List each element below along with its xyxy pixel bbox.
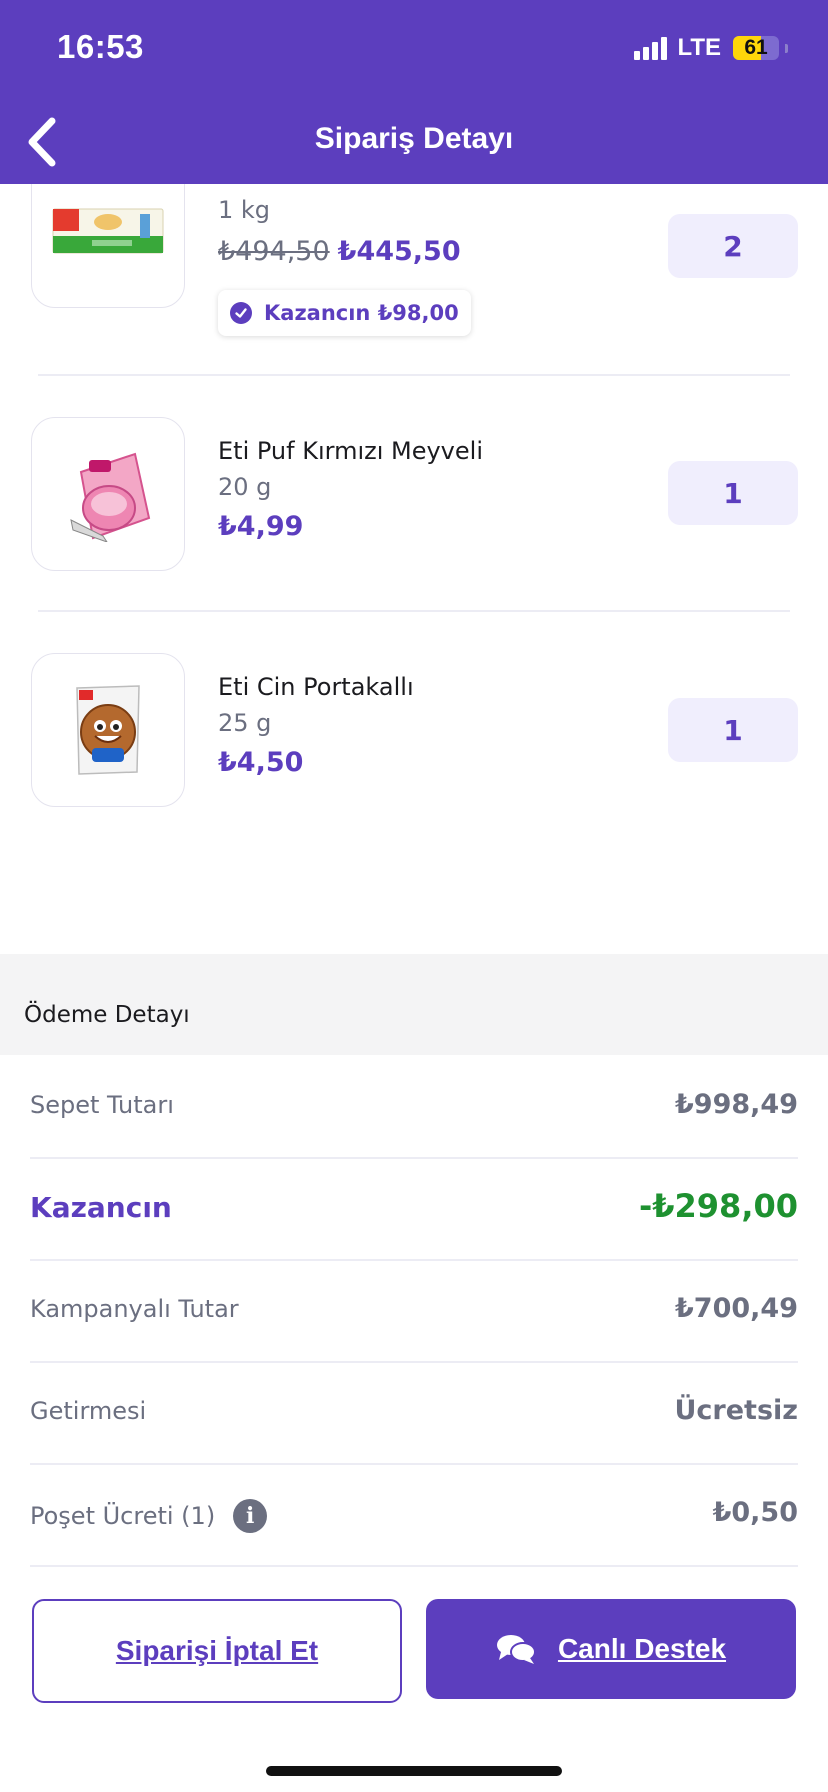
divider [38,610,790,612]
product-name: Eti Cin Portakallı [218,673,414,701]
payment-row-campaign-total: Kampanyalı Tutar ₺700,49 [30,1259,798,1363]
info-icon[interactable]: i [233,1499,268,1533]
quantity-badge: 1 [668,461,798,525]
payment-label: Kazancın [30,1191,172,1224]
payment-value: Ücretsiz [674,1395,798,1426]
payment-label: Kampanyalı Tutar [30,1295,239,1323]
savings-badge: Kazancın ₺98,00 [218,290,471,336]
cancel-order-button[interactable]: Siparişi İptal Et [32,1599,402,1703]
product-list: 1 kg ₺494,50 ₺445,50 Kazancın ₺98,00 2 Et… [0,184,828,954]
battery-tip [785,43,788,53]
product-weight: 25 g [218,709,272,737]
pink-puff-image [70,452,151,542]
product-image [31,653,185,807]
product-name: Eti Puf Kırmızı Meyveli [218,437,483,465]
nav-bar: Sipariş Detayı [0,100,828,184]
payment-header-title: Ödeme Detayı [24,1002,190,1028]
battery-icon: 61 [733,36,779,60]
live-support-label: Canlı Destek [557,1633,727,1664]
payment-row-basket-total: Sepet Tutarı ₺998,49 [30,1055,798,1159]
payment-label: Poşet Ücreti (1) [30,1502,216,1530]
quantity-badge: 2 [668,214,798,278]
list-item[interactable]: 1 kg ₺494,50 ₺445,50 Kazancın ₺98,00 2 [0,184,828,414]
page-title: Sipariş Detayı [314,122,514,155]
signal-icon [634,36,668,60]
payment-value: ₺700,49 [675,1293,798,1324]
payment-row-savings: Kazancın -₺298,00 [30,1157,798,1261]
product-price: ₺4,50 [218,747,304,778]
list-item[interactable]: Eti Cin Portakallı 25 g ₺4,50 1 [0,653,828,883]
product-price: ₺4,99 [218,511,304,542]
list-item[interactable]: Eti Puf Kırmızı Meyveli 20 g ₺4,99 1 [0,417,828,647]
product-image [31,417,185,571]
chat-bubbles-icon [496,1635,536,1664]
current-price: ₺445,50 [337,236,461,267]
product-price: ₺494,50 ₺445,50 [218,236,461,267]
payment-row-delivery: Getirmesi Ücretsiz [30,1361,798,1465]
old-price: ₺494,50 [218,236,330,267]
check-circle-icon [230,302,252,324]
status-bar: 16:53 LTE 61 [0,0,828,100]
payment-label-group: Poşet Ücreti (1) i [30,1499,268,1533]
payment-value: ₺0,50 [712,1497,798,1528]
payment-label: Getirmesi [30,1397,147,1425]
savings-text: Kazancın ₺98,00 [264,301,459,325]
payment-value: -₺298,00 [638,1187,798,1225]
home-indicator [266,1766,562,1776]
quantity-badge: 1 [668,698,798,762]
product-weight: 20 g [218,473,272,501]
product-weight: 1 kg [218,196,271,224]
payment-row-bag-fee: Poşet Ücreti (1) i ₺0,50 [30,1463,798,1567]
payment-section-header: Ödeme Detayı [0,954,828,1055]
cin-cookie-image [76,685,140,775]
network-type: LTE [677,34,721,61]
milk-box-image [52,208,164,254]
battery-percent: 61 [744,36,768,59]
status-time: 16:53 [57,28,144,65]
payment-value: ₺998,49 [675,1089,798,1120]
status-indicators: LTE 61 [634,34,788,62]
product-image [31,184,185,308]
divider [38,374,790,376]
payment-label: Sepet Tutarı [30,1091,174,1119]
live-support-button[interactable]: Canlı Destek [426,1599,796,1699]
